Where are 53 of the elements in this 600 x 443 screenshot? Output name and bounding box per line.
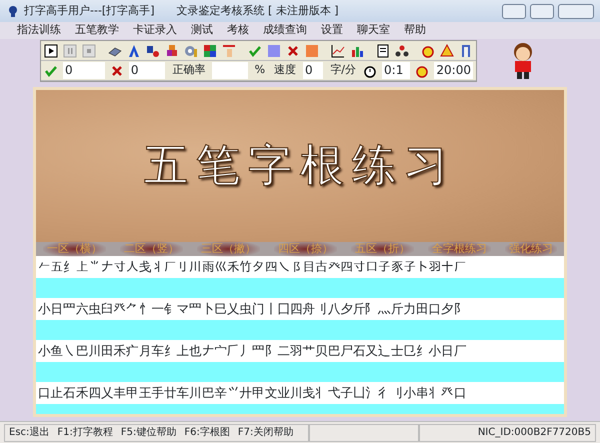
check-icon (44, 64, 58, 78)
exit-door-icon[interactable] (459, 44, 473, 58)
speed-unit: 字/分 (329, 62, 358, 78)
status-hint: F5:键位帮助 (120, 426, 176, 440)
line-chart-icon[interactable] (331, 44, 345, 58)
letter-icon[interactable] (127, 44, 141, 58)
alarm-clock-icon (415, 64, 430, 78)
menu-item[interactable]: 卡证录入 (126, 22, 184, 39)
menu-item[interactable]: 设置 (314, 22, 350, 39)
cubes-icon[interactable] (165, 44, 179, 58)
correct-count: 0 (63, 62, 105, 79)
elapsed-time: 0:1 (382, 62, 410, 79)
menu-item[interactable]: 帮助 (397, 22, 433, 39)
menu-item[interactable]: 测试 (184, 22, 220, 39)
banner-title: 五笔字根练习 (144, 139, 456, 193)
alarm-clock-icon[interactable] (421, 44, 435, 58)
radical-line: 小日罒六虫臼癶⺈忄一钅マ罒卜巳乂虫门丨囗四舟刂八夕斤⻖灬斤力田口夕阝 (37, 300, 468, 318)
close-button[interactable] (558, 4, 594, 18)
cross-icon[interactable] (286, 44, 300, 58)
app-icon (6, 4, 20, 18)
menu-item[interactable]: 指法训练 (10, 22, 68, 39)
error-swatch-icon[interactable] (305, 44, 319, 58)
speed-value: 0 (303, 62, 324, 79)
blocks-icon[interactable] (146, 44, 160, 58)
nic-id: NIC_ID:000B2F7720B5 (478, 426, 591, 440)
book-icon[interactable] (376, 44, 390, 58)
cross-icon (110, 64, 124, 78)
speed-label: 速度 (273, 62, 298, 78)
radical-line: 𠂉五纟上⺌𠂇寸人戋丬厂刂川雨巛禾竹夕四乀阝目古癶四寸口子豕子卜羽十厂 (37, 258, 468, 276)
minimize-button[interactable] (502, 4, 526, 18)
accuracy-label: 正确率 (171, 62, 206, 78)
stopwatch-icon (363, 64, 378, 78)
maximize-button[interactable] (530, 4, 554, 18)
status-hint: F1:打字教程 (57, 426, 113, 440)
menu-item[interactable]: 聊天室 (350, 22, 397, 39)
status-hint: F6:字根图 (184, 426, 230, 440)
menu-item[interactable]: 考核 (220, 22, 256, 39)
menu-item[interactable]: 成绩查询 (256, 22, 314, 39)
grid-icon[interactable] (203, 44, 217, 58)
radical-line: 小鱼㇏巴川田禾疒月车纟上也𠂇宀𠂆丿罒阝二羽艹贝巴尸石又辶士㔾纟小日厂 (37, 342, 468, 360)
wrong-count: 0 (128, 62, 166, 79)
radical-line: 口止石禾四乂丰甲王手廿车川巴辛⺍廾甲文业川戋丬弋子凵氵彳刂小串丬癶口 (37, 384, 468, 402)
disc-icon[interactable] (184, 44, 198, 58)
window-title: 打字高手用户---[打字高手] 文录鉴定考核系统 [ 未注册版本 ] (24, 2, 339, 19)
menu-item[interactable]: 五笔教学 (68, 22, 126, 39)
play-icon[interactable] (44, 44, 58, 58)
correct-swatch-icon[interactable] (267, 44, 281, 58)
check-icon[interactable] (248, 44, 262, 58)
time-limit: 20:00 (434, 62, 473, 79)
accuracy-field (212, 62, 248, 79)
status-hint: F7:关闭帮助 (238, 426, 294, 440)
status-hint: Esc:退出 (9, 426, 50, 440)
percent-unit: % (254, 62, 266, 78)
